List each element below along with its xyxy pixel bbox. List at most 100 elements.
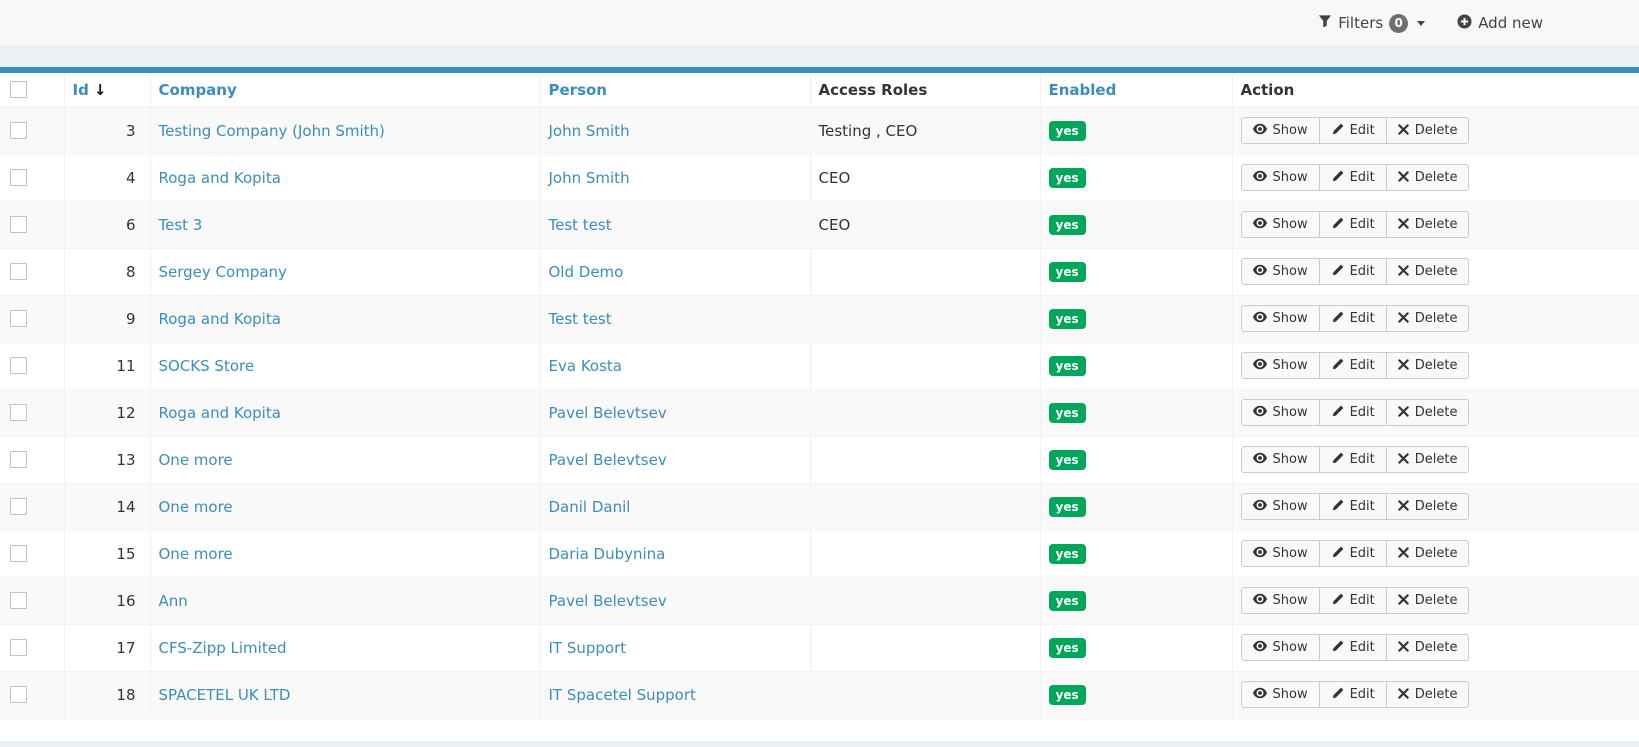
show-button[interactable]: Show — [1241, 305, 1320, 332]
show-button[interactable]: Show — [1241, 117, 1320, 144]
show-button[interactable]: Show — [1241, 540, 1320, 567]
edit-button[interactable]: Edit — [1319, 258, 1387, 285]
edit-button[interactable]: Edit — [1319, 211, 1387, 238]
row-checkbox[interactable] — [10, 451, 27, 468]
show-button[interactable]: Show — [1241, 493, 1320, 520]
show-button[interactable]: Show — [1241, 399, 1320, 426]
edit-button[interactable]: Edit — [1319, 117, 1387, 144]
edit-button[interactable]: Edit — [1319, 493, 1387, 520]
company-link[interactable]: One more — [159, 451, 233, 469]
delete-button[interactable]: Delete — [1386, 305, 1470, 332]
x-icon — [1398, 359, 1409, 373]
delete-button[interactable]: Delete — [1386, 117, 1470, 144]
add-new-button[interactable]: Add new — [1457, 14, 1543, 33]
edit-button[interactable]: Edit — [1319, 681, 1387, 708]
edit-button[interactable]: Edit — [1319, 446, 1387, 473]
show-button[interactable]: Show — [1241, 211, 1320, 238]
select-all-checkbox[interactable] — [10, 81, 27, 98]
person-link[interactable]: Daria Dubynina — [549, 545, 666, 563]
person-link[interactable]: IT Support — [549, 639, 627, 657]
person-link[interactable]: Pavel Belevtsev — [549, 451, 667, 469]
caret-down-icon — [1417, 21, 1425, 26]
show-button[interactable]: Show — [1241, 634, 1320, 661]
column-header-person[interactable]: Person — [540, 73, 810, 107]
show-button[interactable]: Show — [1241, 681, 1320, 708]
person-link[interactable]: John Smith — [549, 122, 630, 140]
company-link[interactable]: Sergey Company — [159, 263, 287, 281]
company-link[interactable]: Roga and Kopita — [159, 169, 281, 187]
person-link[interactable]: Danil Danil — [549, 498, 631, 516]
company-link[interactable]: SOCKS Store — [159, 357, 255, 375]
delete-button[interactable]: Delete — [1386, 399, 1470, 426]
row-checkbox[interactable] — [10, 357, 27, 374]
company-link[interactable]: SPACETEL UK LTD — [159, 686, 291, 704]
delete-button[interactable]: Delete — [1386, 681, 1470, 708]
column-header-enabled[interactable]: Enabled — [1040, 73, 1232, 107]
row-checkbox[interactable] — [10, 686, 27, 703]
show-button[interactable]: Show — [1241, 164, 1320, 191]
delete-button[interactable]: Delete — [1386, 540, 1470, 567]
delete-button[interactable]: Delete — [1386, 446, 1470, 473]
person-link[interactable]: IT Spacetel Support — [549, 686, 696, 704]
delete-button[interactable]: Delete — [1386, 164, 1470, 191]
show-label: Show — [1273, 124, 1308, 137]
person-cell: IT Spacetel Support — [540, 671, 810, 718]
person-link[interactable]: John Smith — [549, 169, 630, 187]
company-link[interactable]: Test 3 — [159, 216, 203, 234]
eye-icon — [1253, 593, 1267, 608]
delete-button[interactable]: Delete — [1386, 258, 1470, 285]
show-label: Show — [1273, 359, 1308, 372]
column-header-company[interactable]: Company — [150, 73, 540, 107]
show-button[interactable]: Show — [1241, 258, 1320, 285]
row-checkbox[interactable] — [10, 263, 27, 280]
company-link[interactable]: One more — [159, 545, 233, 563]
row-checkbox[interactable] — [10, 122, 27, 139]
delete-button[interactable]: Delete — [1386, 352, 1470, 379]
filters-dropdown-button[interactable]: Filters 0 — [1318, 14, 1425, 33]
edit-button[interactable]: Edit — [1319, 399, 1387, 426]
edit-button[interactable]: Edit — [1319, 305, 1387, 332]
edit-button[interactable]: Edit — [1319, 540, 1387, 567]
edit-button[interactable]: Edit — [1319, 634, 1387, 661]
eye-icon — [1253, 640, 1267, 655]
company-link[interactable]: Testing Company (John Smith) — [159, 122, 385, 140]
person-link[interactable]: Pavel Belevtsev — [549, 592, 667, 610]
edit-button[interactable]: Edit — [1319, 164, 1387, 191]
person-link[interactable]: Old Demo — [549, 263, 624, 281]
row-checkbox[interactable] — [10, 404, 27, 421]
row-checkbox[interactable] — [10, 310, 27, 327]
access-roles-cell — [810, 248, 1040, 295]
eye-icon — [1253, 170, 1267, 185]
row-checkbox[interactable] — [10, 169, 27, 186]
company-link[interactable]: One more — [159, 498, 233, 516]
company-link[interactable]: Ann — [159, 592, 188, 610]
edit-label: Edit — [1350, 688, 1375, 701]
person-link[interactable]: Test test — [549, 310, 612, 328]
edit-label: Edit — [1350, 359, 1375, 372]
show-button[interactable]: Show — [1241, 446, 1320, 473]
edit-button[interactable]: Edit — [1319, 352, 1387, 379]
delete-button[interactable]: Delete — [1386, 211, 1470, 238]
show-button[interactable]: Show — [1241, 587, 1320, 614]
row-checkbox[interactable] — [10, 545, 27, 562]
delete-button[interactable]: Delete — [1386, 493, 1470, 520]
person-link[interactable]: Test test — [549, 216, 612, 234]
delete-button[interactable]: Delete — [1386, 634, 1470, 661]
x-icon — [1398, 688, 1409, 702]
edit-button[interactable]: Edit — [1319, 587, 1387, 614]
row-checkbox[interactable] — [10, 216, 27, 233]
action-cell: Show Edit Delete — [1232, 295, 1639, 342]
person-link[interactable]: Pavel Belevtsev — [549, 404, 667, 422]
action-button-group: Show Edit Delete — [1241, 117, 1470, 144]
company-link[interactable]: CFS-Zipp Limited — [159, 639, 287, 657]
row-checkbox[interactable] — [10, 592, 27, 609]
row-checkbox[interactable] — [10, 498, 27, 515]
person-link[interactable]: Eva Kosta — [549, 357, 622, 375]
row-checkbox[interactable] — [10, 639, 27, 656]
pencil-icon — [1331, 170, 1344, 186]
company-link[interactable]: Roga and Kopita — [159, 404, 281, 422]
show-button[interactable]: Show — [1241, 352, 1320, 379]
company-link[interactable]: Roga and Kopita — [159, 310, 281, 328]
delete-button[interactable]: Delete — [1386, 587, 1470, 614]
column-header-id[interactable]: Id↓ — [64, 73, 150, 107]
